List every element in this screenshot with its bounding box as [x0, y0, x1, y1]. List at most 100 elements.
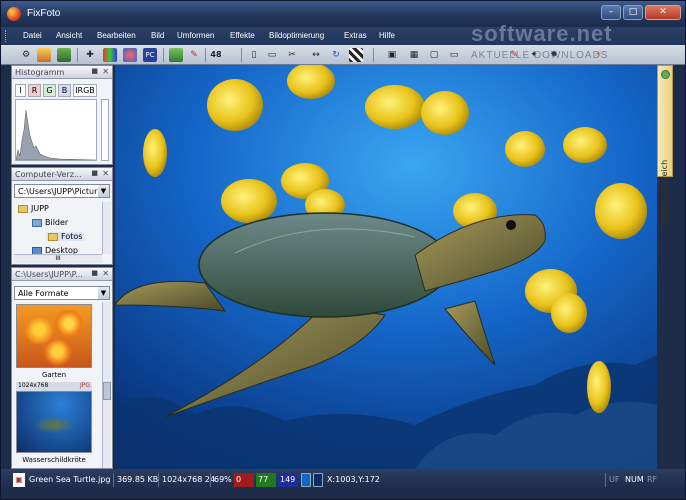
- tree-item-jupp[interactable]: JUPP: [18, 204, 49, 213]
- folder-icon: [18, 204, 28, 213]
- status-rf: RF: [647, 475, 658, 484]
- explorer-path-combo[interactable]: C:\Users\JUPP\Pictur ▼: [14, 184, 110, 198]
- tree-item-desktop[interactable]: Desktop: [32, 246, 78, 254]
- close-panel-icon[interactable]: ✕: [102, 67, 109, 76]
- fixfoto-app-icon[interactable]: [7, 7, 21, 21]
- hist-tab-irgb[interactable]: IRGB: [73, 84, 97, 97]
- menu-bild[interactable]: Bild: [151, 31, 164, 40]
- image-canvas[interactable]: [115, 65, 657, 469]
- histogram-graph: [15, 99, 97, 161]
- task-pane-label: Aufgabenbereich: [660, 159, 669, 228]
- explorer-vscroll[interactable]: [102, 202, 111, 254]
- color-wheel-icon[interactable]: [37, 48, 51, 62]
- resize-icon[interactable]: ↔: [309, 48, 323, 62]
- status-uf: UF: [609, 475, 620, 484]
- rgb-bars-icon[interactable]: [103, 48, 117, 62]
- grid-icon[interactable]: ▦: [407, 48, 421, 62]
- watermark-subtitle: AKTUELLE DOWNLOADS: [471, 50, 609, 61]
- menu-bearbeiten[interactable]: Bearbeiten: [97, 31, 136, 40]
- checker-icon[interactable]: [349, 48, 363, 62]
- color-ball-icon[interactable]: [123, 48, 137, 62]
- window-title: FixFoto: [27, 8, 61, 19]
- hist-tab-g[interactable]: G: [43, 84, 56, 97]
- thumbnail-garten[interactable]: Garten: [16, 304, 92, 379]
- status-filename: Green Sea Turtle.jpg: [29, 475, 111, 484]
- color-swatch: [301, 473, 311, 487]
- color-swatch-secondary: [313, 473, 323, 487]
- pictures-folder-icon: [32, 218, 42, 227]
- status-bar: ▣ Green Sea Turtle.jpg 369.85 KB 1024x76…: [1, 469, 685, 491]
- menubar-grip[interactable]: [5, 30, 8, 42]
- close-panel-icon[interactable]: ✕: [102, 169, 109, 178]
- desktop-icon: [32, 246, 42, 254]
- image-green-icon[interactable]: [169, 48, 183, 62]
- status-green-value: 77: [256, 473, 276, 487]
- file-type-icon: ▣: [13, 473, 25, 487]
- histogram-title: Histogramm: [15, 68, 65, 77]
- frame-icon[interactable]: ▢: [427, 48, 441, 62]
- toolbar-separator: [205, 48, 206, 62]
- close-panel-icon[interactable]: ✕: [102, 269, 109, 278]
- pin-icon[interactable]: ■: [91, 269, 98, 277]
- browser-panel-header: C:\Users\JUPP\P... ■ ✕: [12, 268, 112, 281]
- toolbar-separator: [77, 48, 78, 62]
- pc-icon[interactable]: PC: [143, 48, 157, 62]
- hist-tab-r[interactable]: R: [28, 84, 41, 97]
- browser-panel: C:\Users\JUPP\P... ■ ✕ Alle Formate ▼ Ga…: [11, 267, 113, 469]
- minimize-button[interactable]: –: [601, 5, 621, 20]
- hscroll-thumb[interactable]: III: [55, 255, 60, 262]
- browser-title: C:\Users\JUPP\P...: [15, 270, 83, 279]
- tree-item-fotos[interactable]: Fotos: [46, 232, 85, 241]
- browser-vscroll[interactable]: [102, 302, 111, 468]
- task-pane-icon: [661, 70, 670, 79]
- menu-effekte[interactable]: Effekte: [230, 31, 255, 40]
- status-dimensions: 1024x768 24: [162, 475, 216, 484]
- app-window: FixFoto – □ ✕ Datei Ansicht Bearbeiten B…: [0, 0, 686, 500]
- histogram-curve: [15, 109, 97, 161]
- tree-item-bilder[interactable]: Bilder: [32, 218, 68, 227]
- page-icon[interactable]: ▭: [265, 48, 279, 62]
- eraser-icon[interactable]: ✎: [187, 48, 201, 62]
- explorer-panel: Computer-Verz... ■ ✕ C:\Users\JUPP\Pictu…: [11, 167, 113, 265]
- menu-extras[interactable]: Extras: [344, 31, 367, 40]
- crosshair-icon[interactable]: ✚: [83, 48, 97, 62]
- format-filter-combo[interactable]: Alle Formate ▼: [14, 286, 110, 300]
- hist-tab-b[interactable]: B: [58, 84, 71, 97]
- thumb-size: 1024x768: [18, 382, 49, 389]
- layer-icon[interactable]: ▭: [447, 48, 461, 62]
- menu-ansicht[interactable]: Ansicht: [56, 31, 82, 40]
- settings-gear-icon[interactable]: ⚙: [19, 48, 33, 62]
- status-filesize: 369.85 KB: [117, 475, 159, 484]
- scissors-icon[interactable]: ✂: [285, 48, 299, 62]
- explorer-title: Computer-Verz...: [15, 170, 82, 179]
- chevron-down-icon[interactable]: ▼: [98, 287, 109, 299]
- toolbar-separator: [163, 48, 164, 62]
- menu-datei[interactable]: Datei: [23, 31, 42, 40]
- stamp-icon[interactable]: ▣: [385, 48, 399, 62]
- chevron-down-icon[interactable]: ▼: [98, 185, 109, 197]
- menu-umformen[interactable]: Umformen: [177, 31, 214, 40]
- explorer-hscroll[interactable]: III: [14, 254, 102, 263]
- phone-portrait-icon[interactable]: ▯: [247, 48, 261, 62]
- scroll-thumb[interactable]: [103, 382, 111, 400]
- pin-icon[interactable]: ■: [91, 67, 98, 75]
- depth-48-button[interactable]: 48: [209, 48, 223, 62]
- status-divider: [210, 473, 211, 487]
- close-button[interactable]: ✕: [645, 5, 681, 20]
- status-divider: [113, 473, 114, 487]
- hist-tab-i[interactable]: I: [15, 84, 26, 97]
- histogram-panel-header: Histogramm ■ ✕: [12, 66, 112, 79]
- tree-label: Fotos: [61, 232, 83, 241]
- status-coordinates: X:1003,Y:172: [327, 475, 380, 484]
- histogram-slider[interactable]: [101, 99, 109, 161]
- thumb-type: JPG: [79, 382, 90, 389]
- menu-hilfe[interactable]: Hilfe: [379, 31, 395, 40]
- thumbnail-wasserschildkroete[interactable]: 1024x768 JPG Wasserschildkröte: [16, 382, 92, 464]
- maximize-button[interactable]: □: [623, 5, 643, 20]
- toolbar-separator: [373, 48, 374, 62]
- menu-bildoptimierung[interactable]: Bildoptimierung: [269, 31, 324, 40]
- task-pane-tab[interactable]: Aufgabenbereich: [657, 65, 673, 228]
- rotate-icon[interactable]: ↻: [329, 48, 343, 62]
- landscape-icon[interactable]: [57, 48, 71, 62]
- pin-icon[interactable]: ■: [91, 169, 98, 177]
